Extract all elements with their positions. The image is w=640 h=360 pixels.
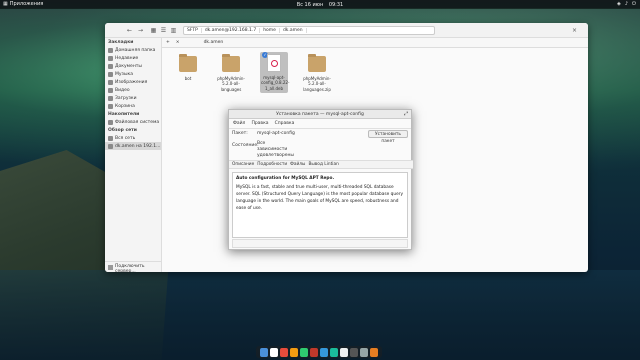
connect-icon <box>108 264 113 270</box>
dialog-tabs: Описание Подробности Файлы Вывод Lintian <box>229 160 413 169</box>
dock-app-icon[interactable] <box>270 347 278 357</box>
power-icon[interactable]: ⏻ <box>632 1 636 7</box>
dock-app-icon[interactable] <box>300 347 308 357</box>
trash-icon <box>108 103 113 109</box>
connect-server-button[interactable]: Подключить сервер... <box>105 261 162 272</box>
dialog-title: Установка пакета — mysql-apt-config <box>276 112 364 117</box>
status-value: Все зависимости удовлетворены <box>257 141 294 158</box>
music-icon <box>108 71 113 77</box>
description-textarea[interactable]: Auto configuration for MySQL APT Repo. M… <box>232 172 408 238</box>
volume-icon[interactable]: ♪ <box>625 1 628 7</box>
clock[interactable]: Вс 16 июн 09:31 <box>0 2 640 8</box>
clock-date: Вс 16 июн <box>296 2 324 8</box>
sidebar: Закладки Домашняя папка Недавние Докумен… <box>105 38 162 272</box>
sidebar-item-remote[interactable]: dk.amen на 192.1... <box>105 142 161 150</box>
system-tray[interactable]: ◈ ♪ ⏻ <box>617 1 636 7</box>
dock-app-icon[interactable] <box>320 347 328 357</box>
dock <box>256 346 382 358</box>
dock-app-icon[interactable] <box>360 347 368 357</box>
home-icon <box>108 47 113 53</box>
tab-details[interactable]: Подробности <box>257 162 287 167</box>
progress-area <box>232 239 408 248</box>
breadcrumb-segment[interactable]: home <box>260 28 280 33</box>
dock-app-icon[interactable] <box>330 347 338 357</box>
dock-app-icon[interactable] <box>350 347 358 357</box>
file-item[interactable]: bot <box>174 54 202 81</box>
sidebar-item-home[interactable]: Домашняя папка <box>105 46 161 54</box>
sidebar-item-downloads[interactable]: Загрузки <box>105 94 161 102</box>
sidebar-item-pictures[interactable]: Изображения <box>105 78 161 86</box>
document-icon <box>108 63 113 69</box>
sidebar-item-trash[interactable]: Корзина <box>105 102 161 110</box>
dock-app-icon[interactable] <box>310 347 318 357</box>
sidebar-item-videos[interactable]: Видео <box>105 86 161 94</box>
close-icon[interactable]: × <box>570 26 579 35</box>
folder-icon <box>222 54 240 72</box>
menu-edit[interactable]: Правка <box>251 121 268 126</box>
download-icon <box>108 95 113 101</box>
tab-dk-amen[interactable]: dk.amen <box>192 40 236 45</box>
sidebar-item-filesystem[interactable]: Файловая система <box>105 118 161 126</box>
breadcrumb[interactable]: SFTP dk.amen@192.168.1.7 home dk.amen <box>183 26 435 35</box>
description-body: MySQL is a fast, stable and true multi-u… <box>236 184 404 211</box>
breadcrumb-segment[interactable]: SFTP <box>184 28 202 33</box>
forward-button[interactable]: → <box>136 26 145 35</box>
tab-bar: + × dk.amen <box>162 38 588 48</box>
new-tab-button[interactable]: + <box>166 40 170 45</box>
sidebar-heading-devices: Накопители <box>108 112 140 117</box>
package-label: Пакет: <box>232 131 248 136</box>
dock-app-icon[interactable] <box>340 347 348 357</box>
drive-icon <box>108 119 113 125</box>
sidebar-item-recent[interactable]: Недавние <box>105 54 161 62</box>
network-icon[interactable]: ◈ <box>617 1 621 7</box>
list-view-icon[interactable]: ☰ <box>159 26 168 35</box>
video-icon <box>108 87 113 93</box>
dialog-titlebar: Установка пакета — mysql-apt-config ⤢ <box>229 110 411 119</box>
network-icon <box>108 135 113 141</box>
back-button[interactable]: ← <box>125 26 134 35</box>
dock-app-icon[interactable] <box>280 347 288 357</box>
dock-app-icon[interactable] <box>290 347 298 357</box>
sidebar-item-music[interactable]: Музыка <box>105 70 161 78</box>
menu-bar: Файл Правка Справка <box>229 119 411 129</box>
dock-app-icon[interactable] <box>260 347 268 357</box>
icon-view-icon[interactable]: ▦ <box>149 26 158 35</box>
maximize-icon[interactable]: ⤢ <box>404 110 408 119</box>
sidebar-item-documents[interactable]: Документы <box>105 62 161 70</box>
package-installer-dialog: Установка пакета — mysql-apt-config ⤢ Фа… <box>228 109 413 250</box>
image-icon <box>108 79 113 85</box>
file-item[interactable]: phpMyAdmin-5.2.0-all-languages.zip <box>303 54 331 92</box>
sidebar-heading-network: Обзор сети <box>108 128 137 133</box>
archive-icon <box>308 54 326 72</box>
sidebar-heading-bookmarks: Закладки <box>108 40 134 45</box>
description-heading: Auto configuration for MySQL APT Repo. <box>236 176 335 181</box>
top-panel: ▦ Приложения Вс 16 июн 09:31 ◈ ♪ ⏻ <box>0 0 640 9</box>
dock-app-icon[interactable] <box>370 347 378 357</box>
sidebar-item-entire-network[interactable]: Вся сеть <box>105 134 161 142</box>
tab-lintian[interactable]: Вывод Lintian <box>308 162 338 167</box>
folder-icon <box>179 54 197 72</box>
debian-package-icon <box>267 54 281 72</box>
column-view-icon[interactable]: ▥ <box>169 26 178 35</box>
breadcrumb-segment[interactable]: dk.amen@192.168.1.7 <box>202 28 261 33</box>
menu-help[interactable]: Справка <box>275 121 295 126</box>
file-item-selected[interactable]: ✓ mysql-apt-config_0.8.22-1_all.deb <box>260 52 289 94</box>
clock-icon <box>108 55 113 61</box>
tab-description[interactable]: Описание <box>232 162 254 167</box>
file-item[interactable]: phpMyAdmin-5.2.0-all-languages <box>217 54 245 92</box>
status-label: Состояние: <box>232 143 259 148</box>
breadcrumb-segment[interactable]: dk.amen <box>280 28 307 33</box>
menu-file[interactable]: Файл <box>233 121 245 126</box>
tab-files[interactable]: Файлы <box>290 162 305 167</box>
tab-close-icon[interactable]: × <box>176 40 180 45</box>
install-package-button[interactable]: Установить пакет <box>368 130 408 144</box>
clock-time: 09:31 <box>328 2 344 8</box>
server-icon <box>108 143 113 149</box>
package-value: mysql-apt-config <box>257 131 295 136</box>
file-manager-toolbar: ← → ▦ ☰ ▥ SFTP dk.amen@192.168.1.7 home … <box>105 23 588 38</box>
